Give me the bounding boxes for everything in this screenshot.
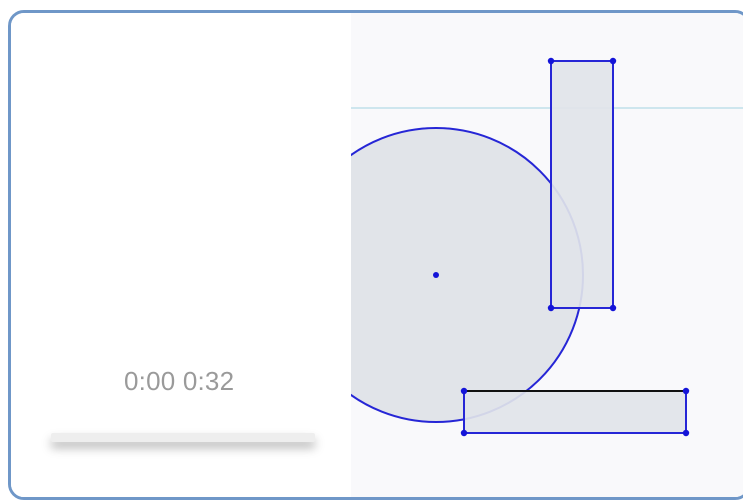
vertex-point[interactable] bbox=[547, 304, 555, 312]
geometry-canvas[interactable] bbox=[351, 13, 743, 497]
time-readout: 0:00 0:32 bbox=[124, 366, 234, 397]
vertex-point[interactable] bbox=[609, 304, 617, 312]
progress-bar[interactable] bbox=[51, 433, 315, 442]
current-time: 0:00 bbox=[124, 366, 176, 396]
vertex-point[interactable] bbox=[682, 387, 690, 395]
duration-time: 0:32 bbox=[182, 366, 235, 396]
vertex-point[interactable] bbox=[547, 57, 555, 65]
app-frame: 0:00 0:32 bbox=[8, 10, 743, 500]
vertex-point[interactable] bbox=[609, 57, 617, 65]
horizontal-rectangle-shape[interactable] bbox=[463, 390, 687, 434]
geometry-drawing[interactable] bbox=[351, 13, 743, 493]
video-player[interactable]: 0:00 0:32 bbox=[11, 13, 351, 497]
vertex-point[interactable] bbox=[460, 387, 468, 395]
circle-center-point[interactable] bbox=[433, 272, 439, 278]
circle-shape[interactable] bbox=[351, 127, 584, 423]
vertex-point[interactable] bbox=[682, 429, 690, 437]
vertical-rectangle-shape[interactable] bbox=[550, 60, 614, 309]
vertex-point[interactable] bbox=[460, 429, 468, 437]
